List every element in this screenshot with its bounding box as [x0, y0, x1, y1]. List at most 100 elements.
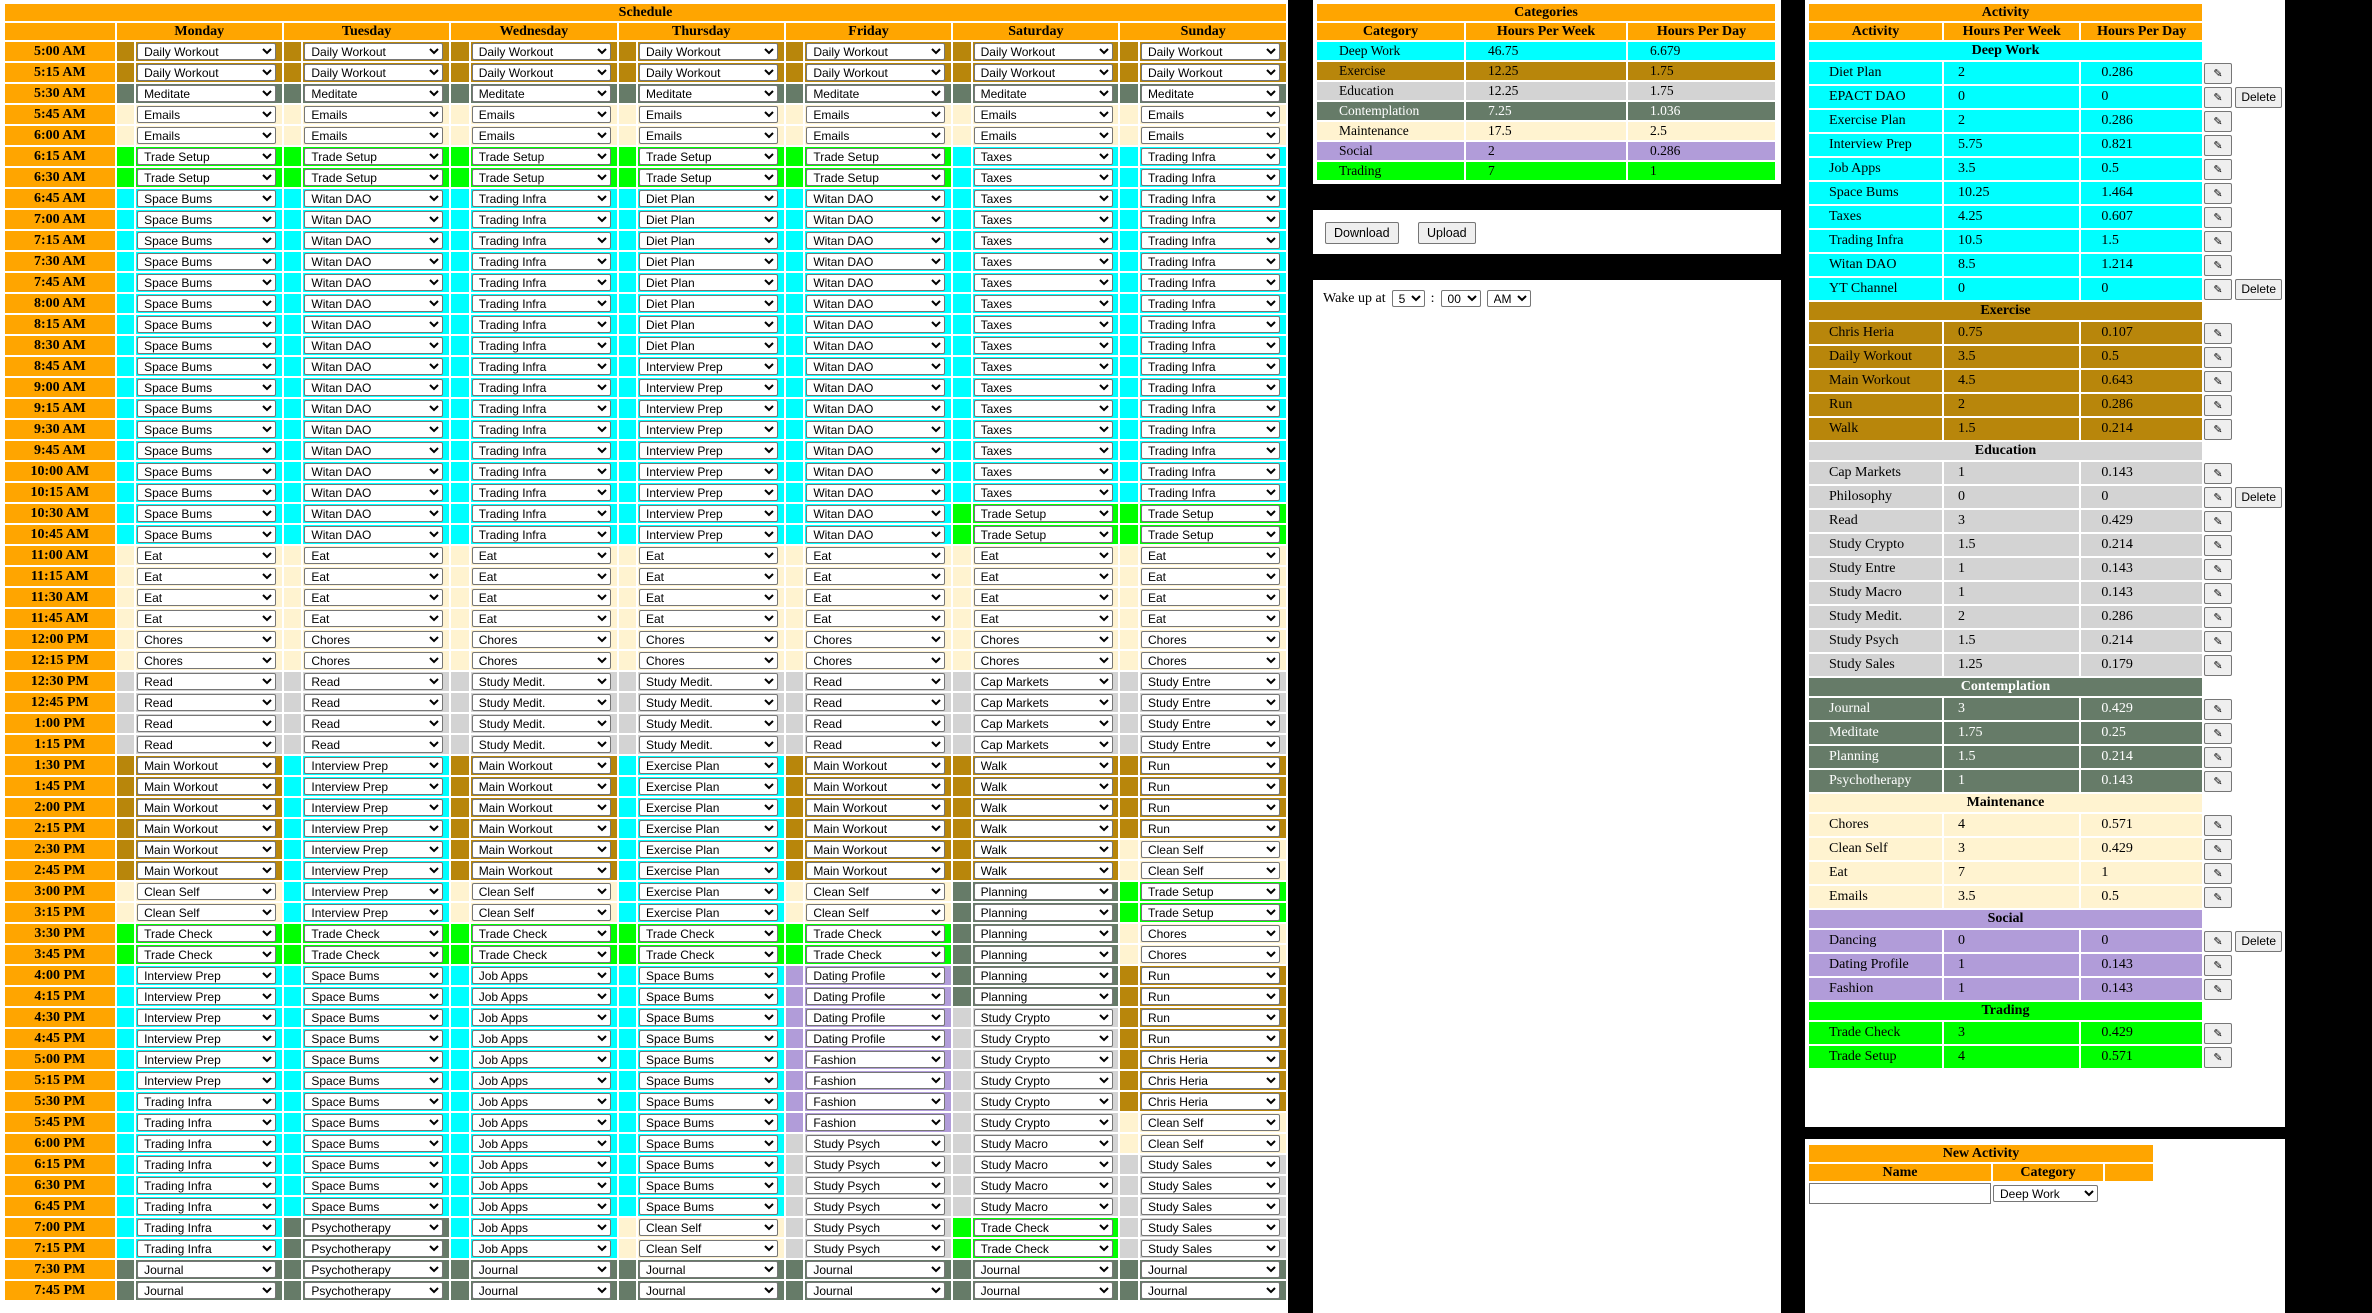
activity-select[interactable]: Exercise Plan: [639, 904, 778, 921]
activity-select[interactable]: Witan DAO: [806, 316, 946, 333]
activity-select[interactable]: Space Bums: [639, 1135, 778, 1152]
activity-select[interactable]: Eat: [137, 547, 277, 564]
activity-select[interactable]: Space Bums: [304, 967, 444, 984]
activity-select[interactable]: Space Bums: [137, 421, 277, 438]
activity-select[interactable]: Taxes: [973, 400, 1113, 417]
activity-select[interactable]: Eat: [471, 610, 611, 627]
activity-select[interactable]: Trading Infra: [1140, 211, 1280, 228]
activity-select[interactable]: Witan DAO: [304, 421, 444, 438]
edit-button[interactable]: ✎: [2203, 254, 2232, 276]
activity-select[interactable]: Study Medit.: [471, 694, 611, 711]
activity-select[interactable]: Space Bums: [137, 316, 277, 333]
activity-select[interactable]: Daily Workout: [639, 43, 778, 60]
activity-select[interactable]: Eat: [471, 589, 611, 606]
edit-button[interactable]: ✎: [2203, 954, 2232, 976]
activity-select[interactable]: Eat: [806, 547, 946, 564]
activity-select[interactable]: Psychotherapy: [304, 1219, 444, 1236]
activity-select[interactable]: Space Bums: [137, 337, 277, 354]
activity-select[interactable]: Journal: [806, 1282, 946, 1299]
activity-select[interactable]: Run: [1140, 1030, 1280, 1047]
activity-select[interactable]: Chris Heria: [1140, 1051, 1280, 1068]
activity-select[interactable]: Trading Infra: [471, 253, 611, 270]
activity-select[interactable]: Interview Prep: [304, 799, 444, 816]
activity-select[interactable]: Read: [304, 715, 444, 732]
activity-select[interactable]: Cap Markets: [973, 694, 1113, 711]
edit-button[interactable]: ✎: [2203, 582, 2232, 604]
activity-select[interactable]: Trading Infra: [137, 1093, 277, 1110]
activity-select[interactable]: Taxes: [973, 211, 1113, 228]
activity-select[interactable]: Job Apps: [471, 1051, 611, 1068]
activity-select[interactable]: Psychotherapy: [304, 1240, 444, 1257]
activity-select[interactable]: Emails: [304, 127, 444, 144]
activity-select[interactable]: Job Apps: [471, 1219, 611, 1236]
activity-select[interactable]: Taxes: [973, 295, 1113, 312]
activity-select[interactable]: Journal: [137, 1282, 277, 1299]
activity-select[interactable]: Chores: [639, 652, 778, 669]
activity-select[interactable]: Journal: [137, 1261, 277, 1278]
activity-select[interactable]: Trading Infra: [471, 337, 611, 354]
edit-button[interactable]: ✎: [2203, 486, 2232, 508]
activity-select[interactable]: Meditate: [304, 85, 444, 102]
activity-select[interactable]: Emails: [471, 106, 611, 123]
activity-select[interactable]: Taxes: [973, 316, 1113, 333]
activity-select[interactable]: Trading Infra: [471, 505, 611, 522]
activity-select[interactable]: Chores: [304, 631, 444, 648]
activity-select[interactable]: Exercise Plan: [639, 778, 778, 795]
activity-select[interactable]: Clean Self: [806, 883, 946, 900]
activity-select[interactable]: Read: [806, 736, 946, 753]
new-activity-category-select[interactable]: Deep Work: [1993, 1185, 2098, 1202]
activity-select[interactable]: Trade Setup: [471, 169, 611, 186]
activity-select[interactable]: Diet Plan: [639, 190, 778, 207]
activity-select[interactable]: Study Crypto: [973, 1114, 1113, 1131]
activity-select[interactable]: Interview Prep: [639, 484, 778, 501]
activity-select[interactable]: Trade Check: [137, 925, 277, 942]
activity-select[interactable]: Trading Infra: [1140, 337, 1280, 354]
activity-select[interactable]: Chores: [806, 631, 946, 648]
activity-select[interactable]: Chores: [806, 652, 946, 669]
activity-select[interactable]: Read: [137, 736, 277, 753]
activity-select[interactable]: Interview Prep: [137, 1030, 277, 1047]
activity-select[interactable]: Chores: [1140, 925, 1280, 942]
activity-select[interactable]: Main Workout: [471, 757, 611, 774]
activity-select[interactable]: Clean Self: [471, 883, 611, 900]
activity-select[interactable]: Chores: [471, 652, 611, 669]
activity-select[interactable]: Trade Check: [973, 1219, 1113, 1236]
activity-select[interactable]: Chris Heria: [1140, 1072, 1280, 1089]
activity-select[interactable]: Space Bums: [137, 442, 277, 459]
edit-button[interactable]: ✎: [2203, 838, 2232, 860]
activity-select[interactable]: Trading Infra: [1140, 484, 1280, 501]
activity-select[interactable]: Trading Infra: [471, 190, 611, 207]
activity-select[interactable]: Interview Prep: [137, 1051, 277, 1068]
activity-select[interactable]: Space Bums: [137, 379, 277, 396]
activity-select[interactable]: Clean Self: [1140, 1114, 1280, 1131]
activity-select[interactable]: Trade Setup: [137, 169, 277, 186]
activity-select[interactable]: Daily Workout: [806, 43, 946, 60]
activity-select[interactable]: Clean Self: [1140, 841, 1280, 858]
edit-button[interactable]: ✎: [2203, 606, 2232, 628]
activity-select[interactable]: Job Apps: [471, 1240, 611, 1257]
activity-select[interactable]: Read: [806, 673, 946, 690]
activity-select[interactable]: Eat: [1140, 547, 1280, 564]
activity-select[interactable]: Study Psych: [806, 1156, 946, 1173]
activity-select[interactable]: Main Workout: [471, 841, 611, 858]
activity-select[interactable]: Main Workout: [137, 778, 277, 795]
activity-select[interactable]: Trade Check: [304, 925, 444, 942]
activity-select[interactable]: Witan DAO: [806, 526, 946, 543]
activity-select[interactable]: Trading Infra: [1140, 463, 1280, 480]
activity-select[interactable]: Taxes: [973, 484, 1113, 501]
activity-select[interactable]: Interview Prep: [304, 883, 444, 900]
activity-select[interactable]: Job Apps: [471, 1135, 611, 1152]
activity-select[interactable]: Study Crypto: [973, 1072, 1113, 1089]
activity-select[interactable]: Study Macro: [973, 1177, 1113, 1194]
activity-select[interactable]: Space Bums: [639, 1198, 778, 1215]
activity-select[interactable]: Trading Infra: [1140, 148, 1280, 165]
activity-select[interactable]: Trading Infra: [137, 1219, 277, 1236]
activity-select[interactable]: Trade Setup: [304, 148, 444, 165]
edit-button[interactable]: ✎: [2203, 110, 2232, 132]
activity-select[interactable]: Trading Infra: [471, 295, 611, 312]
activity-select[interactable]: Planning: [973, 904, 1113, 921]
edit-button[interactable]: ✎: [2203, 62, 2232, 84]
activity-select[interactable]: Daily Workout: [137, 43, 277, 60]
edit-button[interactable]: ✎: [2203, 370, 2232, 392]
activity-select[interactable]: Space Bums: [639, 1156, 778, 1173]
